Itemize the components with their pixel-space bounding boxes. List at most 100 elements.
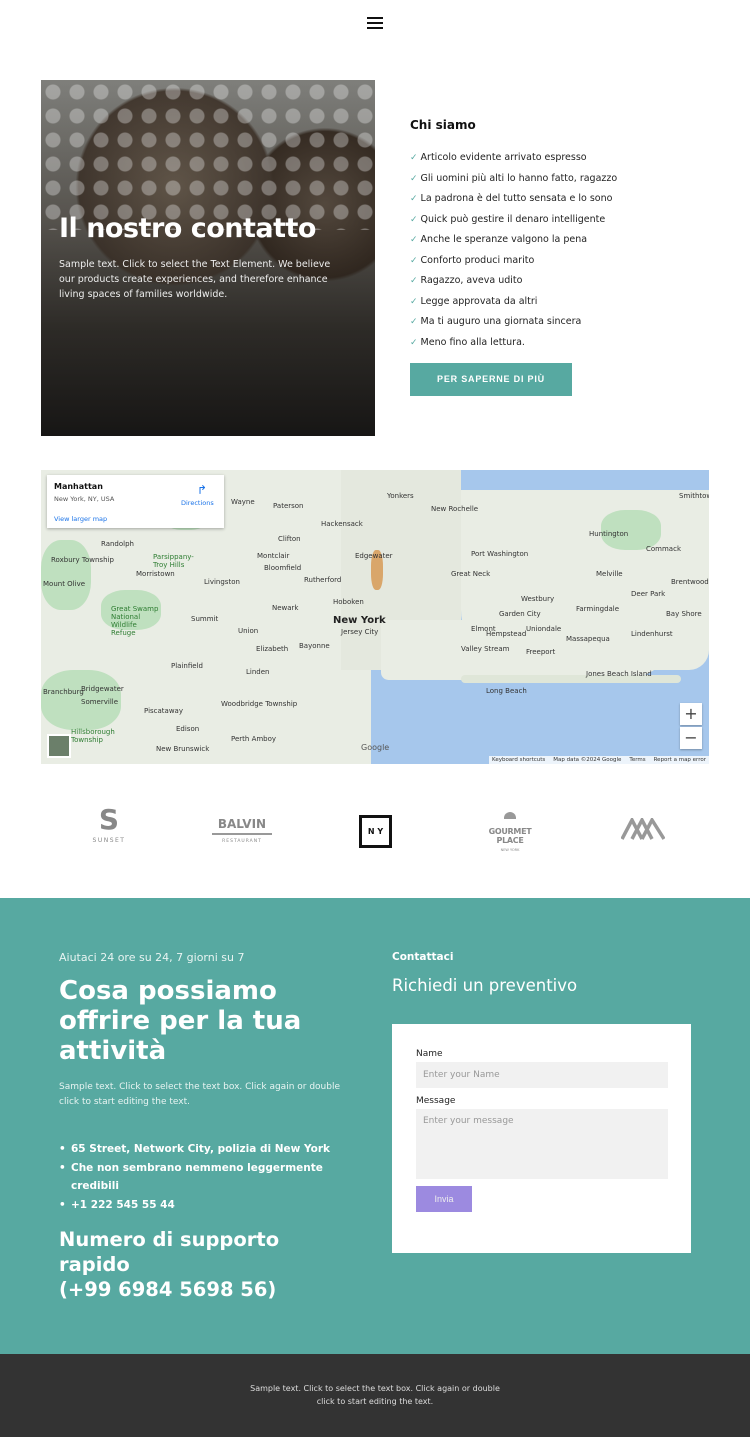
map-place-label: Great Neck [451, 570, 491, 578]
map-place-label: Clifton [278, 535, 301, 543]
map-place-label: Great Swamp National Wildlife Refuge [111, 605, 159, 637]
map-place-label: Freeport [526, 648, 556, 656]
bullet-item: Che non sembrano nemmeno leggermente cre… [59, 1159, 349, 1196]
map-place-label: Hillsborough Township [71, 728, 115, 744]
map-place-label: Valley Stream [461, 645, 510, 653]
map-place-label: Livingston [204, 578, 240, 586]
logo-sunset: S SUNSET [92, 803, 126, 845]
name-input[interactable] [416, 1062, 668, 1088]
map-place-label: Piscataway [144, 707, 183, 715]
logo-gourmet-place: GOURMET PLACE NEW YORK [482, 812, 538, 852]
map-place-label: Huntington [589, 530, 629, 538]
offer-heading: Cosa possiamo offrire per la tua attivit… [59, 976, 302, 1066]
check-icon: ✓ [410, 214, 418, 225]
support-phone: (+99 6984 5698 56) [59, 1278, 277, 1301]
map-attribution: Keyboard shortcuts Map data ©2024 Google… [488, 756, 709, 764]
map-place-label: Uniondale [526, 625, 562, 633]
map-place-label: Edison [176, 725, 200, 733]
contact-text: Sample text. Click to select the text bo… [59, 1082, 340, 1107]
about-item-text: Legge approvata da altri [420, 295, 538, 307]
map-place-label: Parsippany-Troy Hills [153, 553, 194, 569]
footer-text: Sample text. Click to select the text bo… [250, 1384, 500, 1406]
about-list-item: ✓ Quick può gestire il denaro intelligent… [410, 210, 710, 231]
map-place-label: Garden City [499, 610, 541, 618]
contact-form: Name Message Invia [392, 1024, 691, 1253]
map-place-label: Union [238, 627, 259, 635]
help-subtitle: Aiutaci 24 ore su 24, 7 giorni su 7 [59, 951, 245, 964]
about-item-text: Articolo evidente arrivato espresso [420, 152, 587, 163]
map-place-label: Westbury [521, 595, 555, 603]
about-section: Chi siamo ✓ Articolo evidente arrivato es… [410, 118, 710, 353]
map-embed[interactable]: New York Newark Yonkers Hoboken Jersey City P… [41, 470, 709, 764]
about-list-item: ✓ Gli uomini più alti lo hanno fatto, rag… [410, 169, 710, 190]
map-place-label: Jones Beach Island [586, 670, 652, 678]
about-item-text: Quick può gestire il denaro intelligente [420, 213, 606, 225]
map-place-label: Summit [191, 615, 219, 623]
map-place-label: Branchburg [43, 688, 84, 696]
check-icon: ✓ [410, 153, 418, 163]
check-icon: ✓ [410, 194, 418, 204]
about-list-item: ✓ Ragazzo, aveva udito [410, 271, 710, 292]
check-icon: ✓ [410, 317, 418, 327]
map-place-label: Randolph [101, 540, 134, 548]
about-title: Chi siamo [410, 118, 476, 132]
map-place-label: Rutherford [304, 576, 342, 584]
view-larger-map-link[interactable]: View larger map [54, 515, 107, 523]
map-place-label: Port Washington [471, 550, 529, 558]
about-item-text: La padrona è del tutto sensata e lo sono [420, 193, 613, 204]
map-place-label: Smithtown [679, 492, 709, 500]
hero-title: Il nostro contatto [59, 213, 316, 244]
about-item-text: Ma ti auguro una giornata sincera [420, 316, 582, 327]
map-place-label: Bay Shore [666, 610, 702, 618]
check-icon: ✓ [410, 337, 418, 348]
support-label: Numero di supporto rapido [59, 1228, 280, 1276]
logo-balvin: BALVIN RESTAURANT [212, 817, 272, 844]
map-place-label: Linden [246, 668, 270, 676]
about-list-item: ✓ Legge approvata da altri [410, 292, 710, 313]
map-place-label: New Brunswick [156, 745, 210, 753]
phone-item: +1 222 545 55 44 [59, 1196, 349, 1215]
map-place-label: Brentwood [671, 578, 709, 586]
logo-mountain-icon [621, 818, 665, 840]
submit-button[interactable]: Invia [416, 1186, 472, 1212]
check-icon: ✓ [410, 173, 418, 184]
zoom-in-button[interactable]: + [680, 703, 702, 725]
map-place-label: Hoboken [333, 598, 364, 606]
map-place-label: Elizabeth [256, 645, 289, 653]
hamburger-menu-icon[interactable] [367, 14, 383, 30]
check-icon: ✓ [410, 255, 418, 266]
map-place-label: Bloomfield [264, 564, 302, 572]
map-place-label: Mount Olive [43, 580, 86, 588]
about-item-text: Meno fino alla lettura. [420, 336, 525, 348]
map-place-label: Perth Amboy [231, 735, 277, 743]
address-item: 65 Street, Network City, polizia di New … [59, 1140, 349, 1159]
map-place-label: Woodbridge Township [221, 700, 298, 708]
message-textarea[interactable] [416, 1109, 668, 1179]
about-list-item: ✓ La padrona è del tutto sensata e lo son… [410, 189, 710, 210]
terms-link[interactable]: Terms [629, 757, 645, 763]
hero-image-panel: Il nostro contatto Sample text. Click to… [41, 80, 375, 436]
contact-bullets: 65 Street, Network City, polizia di New … [59, 1140, 349, 1214]
support-number: Numero di supporto rapido (+99 6984 5698… [59, 1227, 349, 1302]
map-place-label: New York [333, 615, 386, 626]
map-place-label: Bayonne [299, 642, 330, 650]
keyboard-shortcuts-link[interactable]: Keyboard shortcuts [492, 757, 545, 763]
directions-link[interactable]: Directions [181, 499, 214, 507]
map-place-label: Farmingdale [576, 605, 620, 613]
about-list-item: ✓ Conforto produci marito [410, 251, 710, 272]
check-icon: ✓ [410, 276, 418, 286]
street-view-thumbnail[interactable] [47, 734, 71, 758]
about-list-item: ✓ Meno fino alla lettura. [410, 333, 710, 354]
name-label: Name [416, 1049, 443, 1059]
report-error-link[interactable]: Report a map error [654, 757, 706, 763]
check-icon: ✓ [410, 296, 418, 307]
map-place-label: Paterson [273, 502, 304, 510]
map-place-label: Commack [646, 545, 681, 553]
about-list-item: ✓ Ma ti auguro una giornata sincera [410, 312, 710, 333]
directions-icon[interactable]: ↱ [197, 483, 207, 497]
learn-more-button[interactable]: PER SAPERNE DI PIÙ [410, 363, 572, 396]
about-item-text: Conforto produci marito [420, 254, 535, 266]
form-heading: Contattaci [392, 951, 454, 963]
zoom-out-button[interactable]: − [680, 727, 702, 749]
map-place-label: Elmont [471, 625, 496, 633]
